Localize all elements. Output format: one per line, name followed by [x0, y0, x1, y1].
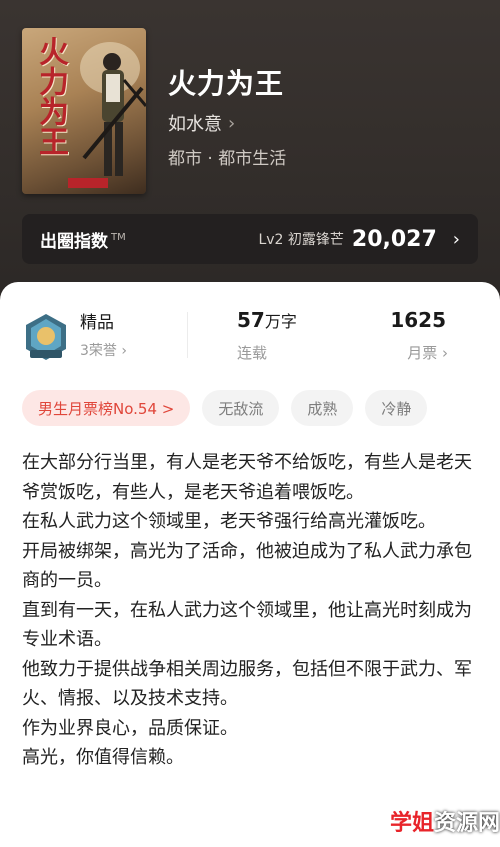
book-detail-card: 精品 3荣誉 › 57万字 连载 1625 月票 › 男生月票榜No.54 > …	[0, 282, 500, 847]
tag-item[interactable]: 冷静	[365, 390, 428, 426]
author-link[interactable]: 如水意 ›	[168, 110, 235, 136]
tag-list: 男生月票榜No.54 > 无敌流 成熟 冷静	[22, 390, 428, 426]
index-value: 20,027	[351, 226, 437, 252]
tag-item[interactable]: 无敌流	[202, 390, 280, 426]
chevron-right-icon: ›	[452, 228, 460, 250]
monthly-tickets-count: 1625	[390, 308, 446, 332]
description-paragraph: 直到有一天，在私人武力这个领域里，他让高光时刻成为专业术语。	[22, 599, 472, 651]
monthly-tickets-link[interactable]: 月票 ›	[407, 342, 448, 363]
popularity-index-bar[interactable]: 出圈指数 TM Lv2 初露锋芒 20,027 ›	[22, 214, 478, 264]
chevron-right-icon: ›	[121, 343, 127, 359]
watermark: 学姐资源网	[389, 811, 500, 836]
tag-rank[interactable]: 男生月票榜No.54 >	[22, 390, 191, 426]
chevron-right-icon: ›	[228, 112, 236, 134]
quality-badge-icon	[26, 314, 66, 360]
description-paragraph: 开局被绑架，高光为了活命，他被迫成为了私人武力承包商的一员。	[22, 540, 472, 592]
genre-label: 都市 · 都市生活	[168, 149, 287, 169]
tag-item[interactable]: 成熟	[291, 390, 354, 426]
quality-label: 精品	[80, 313, 114, 333]
index-label: 出圈指数 TM	[40, 231, 126, 252]
book-title: 火力为王	[168, 67, 285, 100]
divider	[187, 312, 188, 358]
description-paragraph: 在私人武力这个领域里，老天爷强行给高光灌饭吃。	[22, 511, 436, 532]
description-paragraph: 高光，你值得信赖。	[22, 747, 184, 768]
honors-link[interactable]: 3荣誉 ›	[80, 340, 127, 360]
book-cover[interactable]: 火力为王	[22, 28, 146, 194]
description-paragraph: 作为业界良心，品质保证。	[22, 717, 238, 739]
index-level: Lv2 初露锋芒	[258, 232, 344, 248]
description-paragraph: 在大部分行当里，有人是老天爷不给饭吃，有些人是老天爷赏饭吃，有些人，是老天爷追着…	[22, 452, 472, 503]
author-name: 如水意	[168, 114, 222, 135]
serial-status: 连载	[237, 344, 268, 362]
book-description: 在大部分行当里，有人是老天爷不给饭吃，有些人是老天爷赏饭吃，有些人，是老天爷追着…	[22, 448, 474, 773]
word-count: 57万字	[237, 308, 297, 332]
cover-title: 火力为王	[33, 36, 68, 156]
chevron-right-icon: ›	[442, 344, 448, 362]
trademark-mark: TM	[111, 231, 126, 243]
description-paragraph: 他致力于提供战争相关周边服务，包括但不限于武力、军火、情报、以及技术支持。	[22, 658, 472, 710]
book-header: 火力为王 火力为王 如水意 › 都市 · 都市生活 出圈指数 TM Lv2 初露锋…	[0, 0, 500, 300]
stats-row: 精品 3荣誉 › 57万字 连载 1625 月票 ›	[22, 306, 478, 366]
